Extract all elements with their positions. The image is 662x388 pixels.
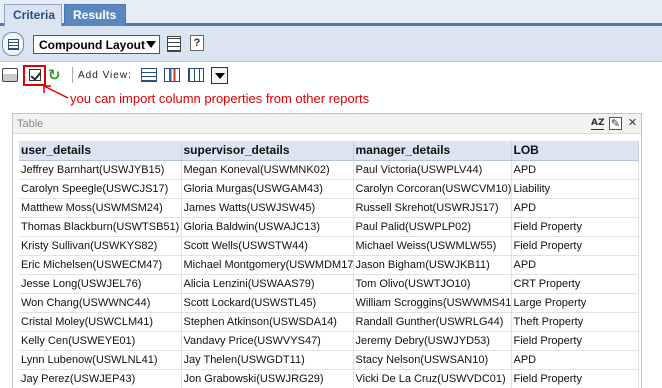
table-header-row: user_details supervisor_details manager_de… <box>19 141 639 161</box>
table-cell: Jesse Long(USWJEL76) <box>19 274 182 294</box>
table-cell: Jay Perez(USWJEP43) <box>19 369 182 388</box>
table-cell: Carolyn Speegle(USWCJS17) <box>19 179 182 199</box>
table-cell: James Watts(USWJSW45) <box>181 198 354 218</box>
sort-icon[interactable]: AZ <box>591 117 605 130</box>
table-cell: APD <box>511 350 639 370</box>
compound-layout-icon[interactable] <box>2 32 24 56</box>
table-cell: Gloria Murgas(USWGAM43) <box>181 179 354 199</box>
refresh-icon[interactable]: ↻ <box>48 68 64 83</box>
close-icon[interactable]: ✕ <box>626 117 639 130</box>
table-cell: APD <box>511 198 639 218</box>
table-cell: Jeffrey Barnhart(USWJYB15) <box>19 160 182 180</box>
column-header-manager-details[interactable]: manager_details <box>353 141 512 161</box>
more-views-dropdown-icon[interactable] <box>211 67 228 84</box>
layout-select-value: Compound Layout <box>39 38 145 52</box>
table-cell: Tom Olivo(USWTJO10) <box>353 274 512 294</box>
help-icon[interactable]: ? <box>190 35 204 51</box>
tab-results[interactable]: Results <box>64 4 126 26</box>
edit-view-icon[interactable]: ✎ <box>609 117 622 130</box>
table-row: Jay Perez(USWJEP43) Jon Grabowski(USWJRG2… <box>19 369 639 388</box>
table-cell: William Scroggins(USWWMS41) <box>353 293 512 313</box>
table-cell: Kristy Sullivan(USWKYS82) <box>19 236 182 256</box>
table-cell: Vandavy Price(USWVYS47) <box>181 331 354 351</box>
table-cell: Jeremy Debry(USWJYD53) <box>353 331 512 351</box>
table-cell: Liability <box>511 179 639 199</box>
table-view-header: Table AZ ✎ ✕ <box>13 114 641 134</box>
table-cell: Megan Koneval(USWMNK02) <box>181 160 354 180</box>
toolbar: ↻ Add View: <box>0 62 662 88</box>
tab-bar: Criteria Results <box>0 0 662 26</box>
table-cell: Stacy Nelson(USWSAN10) <box>353 350 512 370</box>
toolbar-separator <box>72 67 73 83</box>
table-cell: Alicia Lenzini(USWAAS79) <box>181 274 354 294</box>
table-cell: Scott Lockard(USWSTL45) <box>181 293 354 313</box>
pivot-view-icon[interactable] <box>188 68 204 82</box>
table-row: Matthew Moss(USWMSM24) James Watts(USWJSW… <box>19 198 639 218</box>
table-row: Carolyn Speegle(USWCJS17) Gloria Murgas(U… <box>19 179 639 199</box>
table-cell: Field Property <box>511 331 639 351</box>
table-row: Kelly Cen(USWEYE01) Vandavy Price(USWVYS4… <box>19 331 639 351</box>
chevron-down-icon <box>146 41 156 48</box>
table-cell: Jay Thelen(USWGDT11) <box>181 350 354 370</box>
table-cell: Matthew Moss(USWMSM24) <box>19 198 182 218</box>
column-header-user-details[interactable]: user_details <box>19 141 182 161</box>
table-row: Lynn Lubenow(USWLNL41) Jay Thelen(USWGDT1… <box>19 350 639 370</box>
table-cell: Scott Wells(USWSTW44) <box>181 236 354 256</box>
layout-header: Compound Layout ? <box>0 26 662 62</box>
table-cell: Field Property <box>511 369 639 388</box>
table-row: Jesse Long(USWJEL76) Alicia Lenzini(USWAA… <box>19 274 639 294</box>
import-properties-icon[interactable] <box>27 68 43 82</box>
table-cell: Randall Gunther(USWRLG44) <box>353 312 512 332</box>
layout-select[interactable]: Compound Layout <box>33 35 160 54</box>
table-cell: Won Chang(USWWNC44) <box>19 293 182 313</box>
table-cell: Kelly Cen(USWEYE01) <box>19 331 182 351</box>
column-header-supervisor-details[interactable]: supervisor_details <box>181 141 354 161</box>
table-row: Eric Michelsen(USWECM47) Michael Montgome… <box>19 255 639 275</box>
table-row: Cristal Moley(USWCLM41) Stephen Atkinson(… <box>19 312 639 332</box>
properties-icon[interactable] <box>167 36 181 52</box>
table-row: Thomas Blackburn(USWTSB51) Gloria Baldwin… <box>19 217 639 237</box>
add-view-label: Add View: <box>78 70 132 81</box>
table-cell: Gloria Baldwin(USWAJC13) <box>181 217 354 237</box>
table-cell: APD <box>511 255 639 275</box>
table-cell: Theft Property <box>511 312 639 332</box>
table-cell: APD <box>511 160 639 180</box>
annotation-arrow-icon <box>43 85 69 99</box>
table-view-title: Table <box>17 118 44 130</box>
results-table: user_details supervisor_details manager_de… <box>19 141 639 388</box>
table-cell: Carolyn Corcoran(USWCVM10) <box>353 179 512 199</box>
table-row: Kristy Sullivan(USWKYS82) Scott Wells(USW… <box>19 236 639 256</box>
table-cell: Eric Michelsen(USWECM47) <box>19 255 182 275</box>
chart-view-icon[interactable] <box>164 68 180 82</box>
table-view: Table AZ ✎ ✕ user_details supervisor_deta… <box>12 113 642 388</box>
table-cell: Lynn Lubenow(USWLNL41) <box>19 350 182 370</box>
table-cell: Paul Palid(USWPLP02) <box>353 217 512 237</box>
tab-criteria[interactable]: Criteria <box>4 4 62 26</box>
table-cell: Paul Victoria(USWPLV44) <box>353 160 512 180</box>
table-cell: Jon Grabowski(USWJRG29) <box>181 369 354 388</box>
table-cell: Large Property <box>511 293 639 313</box>
table-row: Jeffrey Barnhart(USWJYB15) Megan Koneval(… <box>19 160 639 180</box>
table-cell: Thomas Blackburn(USWTSB51) <box>19 217 182 237</box>
table-cell: CRT Property <box>511 274 639 294</box>
table-cell: Michael Weiss(USWMLW55) <box>353 236 512 256</box>
table-cell: Field Property <box>511 217 639 237</box>
table-cell: Stephen Atkinson(USWSDA14) <box>181 312 354 332</box>
table-cell: Michael Montgomery(USWMDM17) <box>181 255 354 275</box>
table-row: Won Chang(USWWNC44) Scott Lockard(USWSTL4… <box>19 293 639 313</box>
column-header-lob[interactable]: LOB <box>511 141 639 161</box>
table-view-icon[interactable] <box>141 68 157 82</box>
table-cell: Field Property <box>511 236 639 256</box>
table-cell: Russell Skrehot(USWRJS17) <box>353 198 512 218</box>
print-icon[interactable] <box>2 68 18 82</box>
table-cell: Jason Bigham(USWJKB11) <box>353 255 512 275</box>
table-cell: Vicki De La Cruz(USWVDC01) <box>353 369 512 388</box>
annotation-text: you can import column properties from ot… <box>70 91 370 106</box>
table-cell: Cristal Moley(USWCLM41) <box>19 312 182 332</box>
